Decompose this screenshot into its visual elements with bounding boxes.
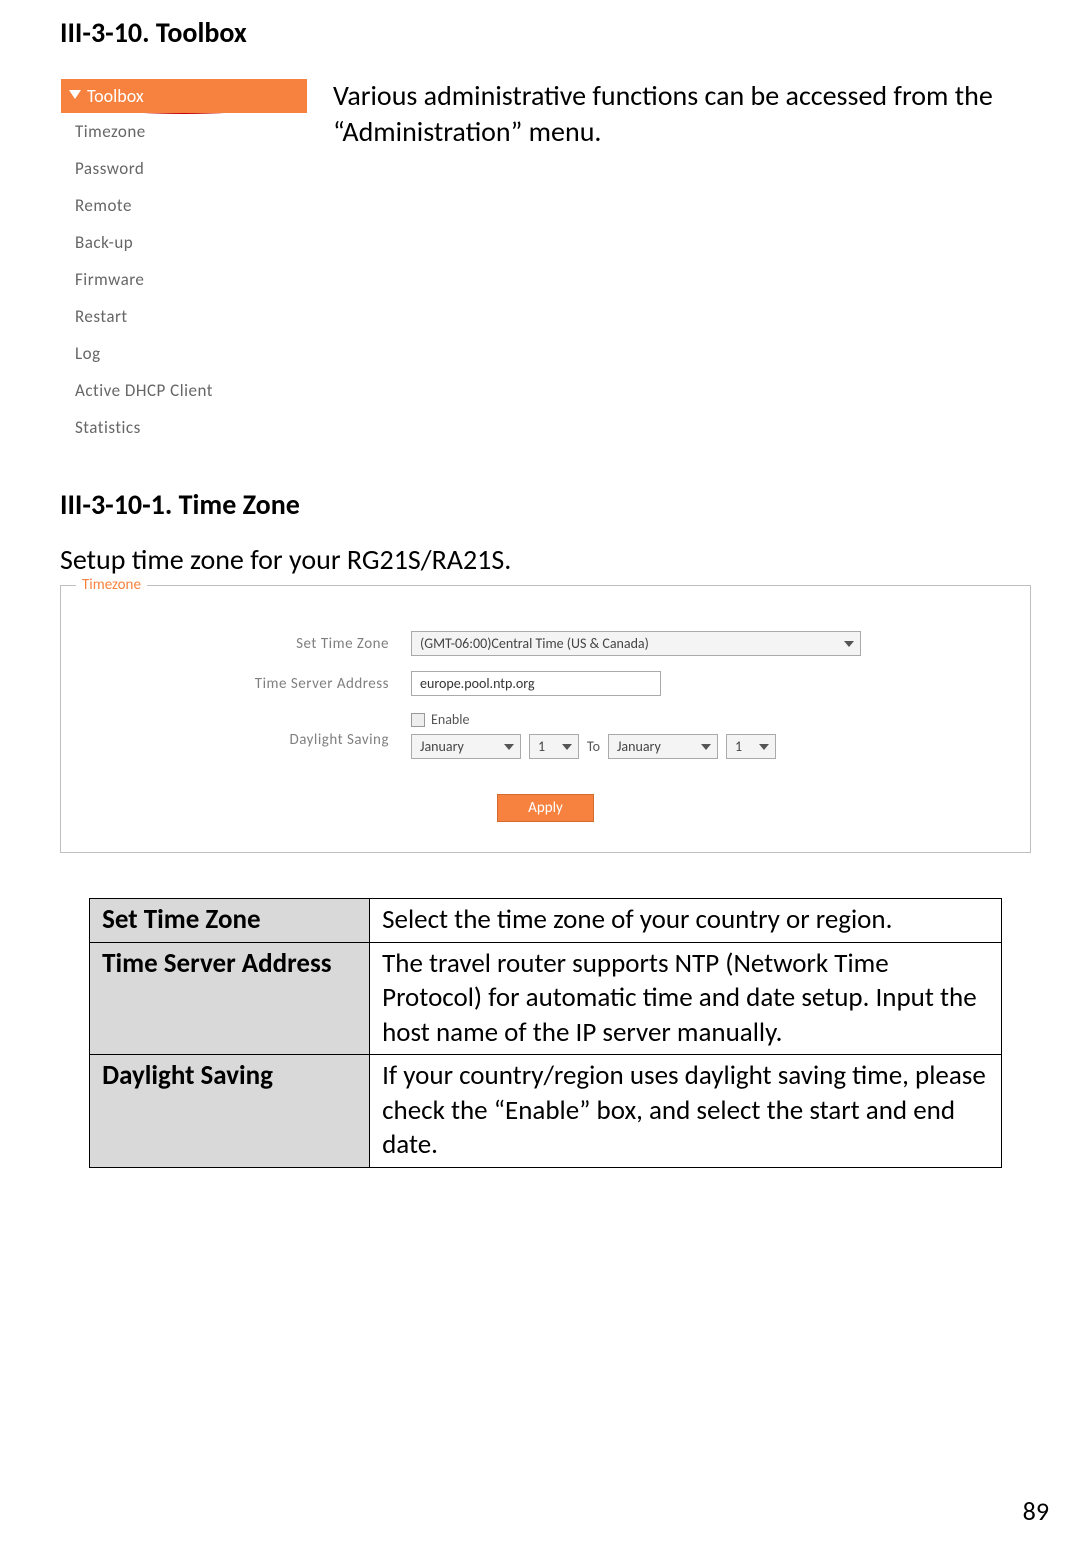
to-day-select[interactable]: 1 [726, 734, 776, 759]
to-label: To [587, 738, 600, 755]
toolbox-header-label: Toolbox [87, 85, 144, 107]
panel-legend: Timezone [76, 576, 147, 594]
chevron-down-icon [759, 744, 769, 750]
description-table: Set Time Zone Select the time zone of yo… [89, 898, 1002, 1168]
daylight-range: January 1 To January 1 [411, 734, 776, 759]
table-row: Daylight Saving If your country/region u… [90, 1055, 1002, 1168]
apply-button-wrap: Apply [81, 794, 1010, 822]
time-server-input[interactable]: europe.pool.ntp.org [411, 671, 661, 696]
intro-text: Various administrative functions can be … [333, 78, 1031, 151]
enable-checkbox[interactable] [411, 713, 425, 727]
table-value: If your country/region uses daylight sav… [370, 1055, 1002, 1168]
to-month-value: January [617, 738, 661, 755]
table-value: The travel router supports NTP (Network … [370, 942, 1002, 1055]
to-day-value: 1 [735, 738, 742, 755]
toolbox-menu: Toolbox Timezone Password Remote Back-up… [60, 78, 308, 447]
page-number: 89 [1023, 1495, 1049, 1527]
section-heading: III-3-10. Toolbox [60, 15, 1031, 50]
from-day-value: 1 [538, 738, 545, 755]
row-set-time-zone: Set Time Zone (GMT-06:00)Central Time (U… [81, 631, 1010, 656]
timezone-select-value: (GMT-06:00)Central Time (US & Canada) [420, 635, 649, 652]
from-day-select[interactable]: 1 [529, 734, 579, 759]
enable-checkbox-label: Enable [431, 711, 469, 728]
label-set-time-zone: Set Time Zone [81, 635, 411, 653]
row-time-server: Time Server Address europe.pool.ntp.org [81, 671, 1010, 696]
timezone-panel: Timezone Set Time Zone (GMT-06:00)Centra… [60, 585, 1031, 853]
label-daylight-saving: Daylight Saving [81, 711, 411, 749]
chevron-down-icon [69, 90, 81, 99]
from-month-value: January [420, 738, 464, 755]
apply-button[interactable]: Apply [497, 794, 594, 822]
chevron-down-icon [844, 641, 854, 647]
toolbox-intro-row: Toolbox Timezone Password Remote Back-up… [60, 78, 1031, 447]
table-key: Time Server Address [90, 942, 370, 1055]
toolbox-item-password[interactable]: Password [61, 150, 307, 187]
chevron-down-icon [504, 744, 514, 750]
toolbox-item-firmware[interactable]: Firmware [61, 261, 307, 298]
toolbox-item-backup[interactable]: Back-up [61, 224, 307, 261]
from-month-select[interactable]: January [411, 734, 521, 759]
setup-description: Setup time zone for your RG21S/RA21S. [60, 542, 1031, 577]
toolbox-item-log[interactable]: Log [61, 335, 307, 372]
table-key: Daylight Saving [90, 1055, 370, 1168]
toolbox-item-stats[interactable]: Statistics [61, 409, 307, 446]
timezone-select[interactable]: (GMT-06:00)Central Time (US & Canada) [411, 631, 861, 656]
toolbox-item-timezone[interactable]: Timezone [61, 113, 307, 150]
table-key: Set Time Zone [90, 899, 370, 943]
chevron-down-icon [562, 744, 572, 750]
table-row: Set Time Zone Select the time zone of yo… [90, 899, 1002, 943]
toolbox-header[interactable]: Toolbox [61, 79, 307, 113]
row-daylight-saving: Daylight Saving Enable January 1 To Janu… [81, 711, 1010, 759]
table-row: Time Server Address The travel router su… [90, 942, 1002, 1055]
chevron-down-icon [701, 744, 711, 750]
toolbox-item-remote[interactable]: Remote [61, 187, 307, 224]
toolbox-item-dhcp[interactable]: Active DHCP Client [61, 372, 307, 409]
to-month-select[interactable]: January [608, 734, 718, 759]
table-value: Select the time zone of your country or … [370, 899, 1002, 943]
subsection-heading: III-3-10-1. Time Zone [60, 487, 1031, 522]
toolbox-item-restart[interactable]: Restart [61, 298, 307, 335]
label-time-server: Time Server Address [81, 675, 411, 693]
